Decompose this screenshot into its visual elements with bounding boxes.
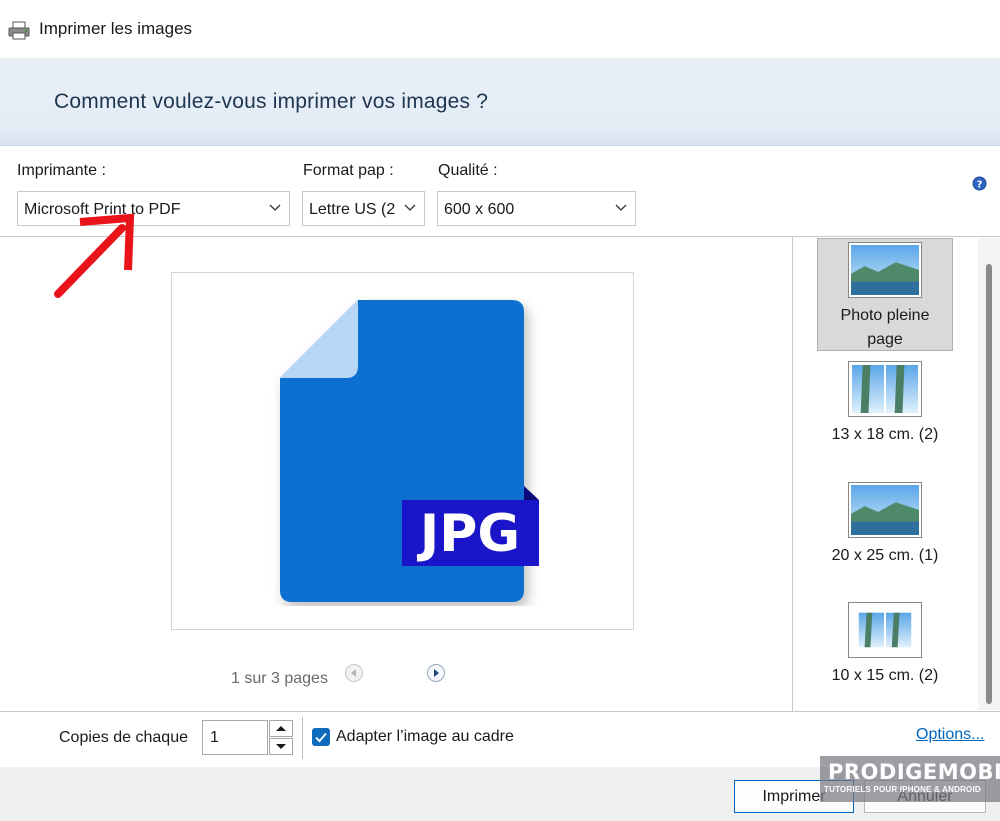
title-bar: Imprimer les images — [0, 0, 1000, 58]
quality-select[interactable]: 600 x 600 — [437, 191, 636, 226]
layout-scrollbar[interactable] — [978, 238, 1000, 710]
layout-item-20x25[interactable]: 20 x 25 cm. (1) — [817, 482, 953, 568]
layout-item-label: Photo pleine page — [840, 307, 930, 348]
file-type-label: JPG — [417, 504, 520, 564]
quality-select-value: 600 x 600 — [444, 201, 515, 218]
checkmark-icon — [315, 732, 327, 743]
page-counter: 1 sur 3 pages — [231, 670, 328, 687]
copies-input[interactable]: 1 — [202, 720, 268, 755]
layout-item-label: 20 x 25 cm. (1) — [831, 547, 939, 564]
help-icon[interactable]: ? — [972, 176, 987, 191]
page-question: Comment voulez-vous imprimer vos images … — [54, 90, 489, 113]
chevron-down-icon — [269, 204, 281, 211]
chevron-down-icon — [615, 204, 627, 211]
copies-value: 1 — [210, 729, 219, 746]
layout-item-full-page[interactable]: Photo pleine page — [817, 238, 953, 351]
paper-format-label: Format pap : — [303, 162, 394, 179]
watermark: PRODIGEMOBILE TUTORIELS POUR IPHONE & AN… — [820, 756, 1000, 802]
header-band: Comment voulez-vous imprimer vos images … — [0, 58, 1000, 146]
printer-label: Imprimante : — [17, 162, 106, 179]
fit-image-checkbox[interactable] — [312, 728, 330, 746]
layout-item-13x18[interactable]: 13 x 18 cm. (2) — [817, 361, 953, 447]
layout-thumbnail — [848, 242, 922, 298]
layout-item-10x15[interactable]: 10 x 15 cm. (2) — [817, 602, 953, 688]
printer-icon — [8, 21, 30, 40]
copies-increment-button[interactable] — [269, 720, 293, 737]
paper-format-select-value: Lettre US (2 — [309, 201, 396, 218]
copies-decrement-button[interactable] — [269, 738, 293, 755]
layout-item-label: 13 x 18 cm. (2) — [831, 426, 939, 443]
watermark-tagline: TUTORIELS POUR IPHONE & ANDROID — [824, 785, 981, 794]
next-page-button[interactable] — [426, 663, 446, 683]
fit-image-label: Adapter l’image au cadre — [336, 728, 514, 745]
layout-thumbnail — [848, 602, 922, 658]
svg-text:?: ? — [977, 180, 983, 191]
window-title: Imprimer les images — [39, 19, 193, 38]
layout-item-label: 10 x 15 cm. (2) — [831, 667, 939, 684]
jpg-file-icon: JPG — [280, 300, 539, 602]
layout-thumbnail — [848, 482, 922, 538]
scrollbar-thumb[interactable] — [986, 264, 992, 704]
quality-label: Qualité : — [438, 162, 498, 179]
options-link[interactable]: Options... — [916, 726, 984, 744]
annotation-arrow — [54, 213, 135, 298]
previous-page-button[interactable] — [344, 663, 364, 683]
chevron-down-icon — [404, 204, 416, 211]
caret-up-icon — [276, 726, 286, 731]
copies-label: Copies de chaque — [59, 729, 188, 746]
watermark-brand: PRODIGEMOBILE — [828, 760, 1000, 784]
caret-down-icon — [276, 744, 286, 749]
divider — [302, 717, 303, 759]
paper-format-select[interactable]: Lettre US (2 — [302, 191, 425, 226]
layout-thumbnail — [848, 361, 922, 417]
